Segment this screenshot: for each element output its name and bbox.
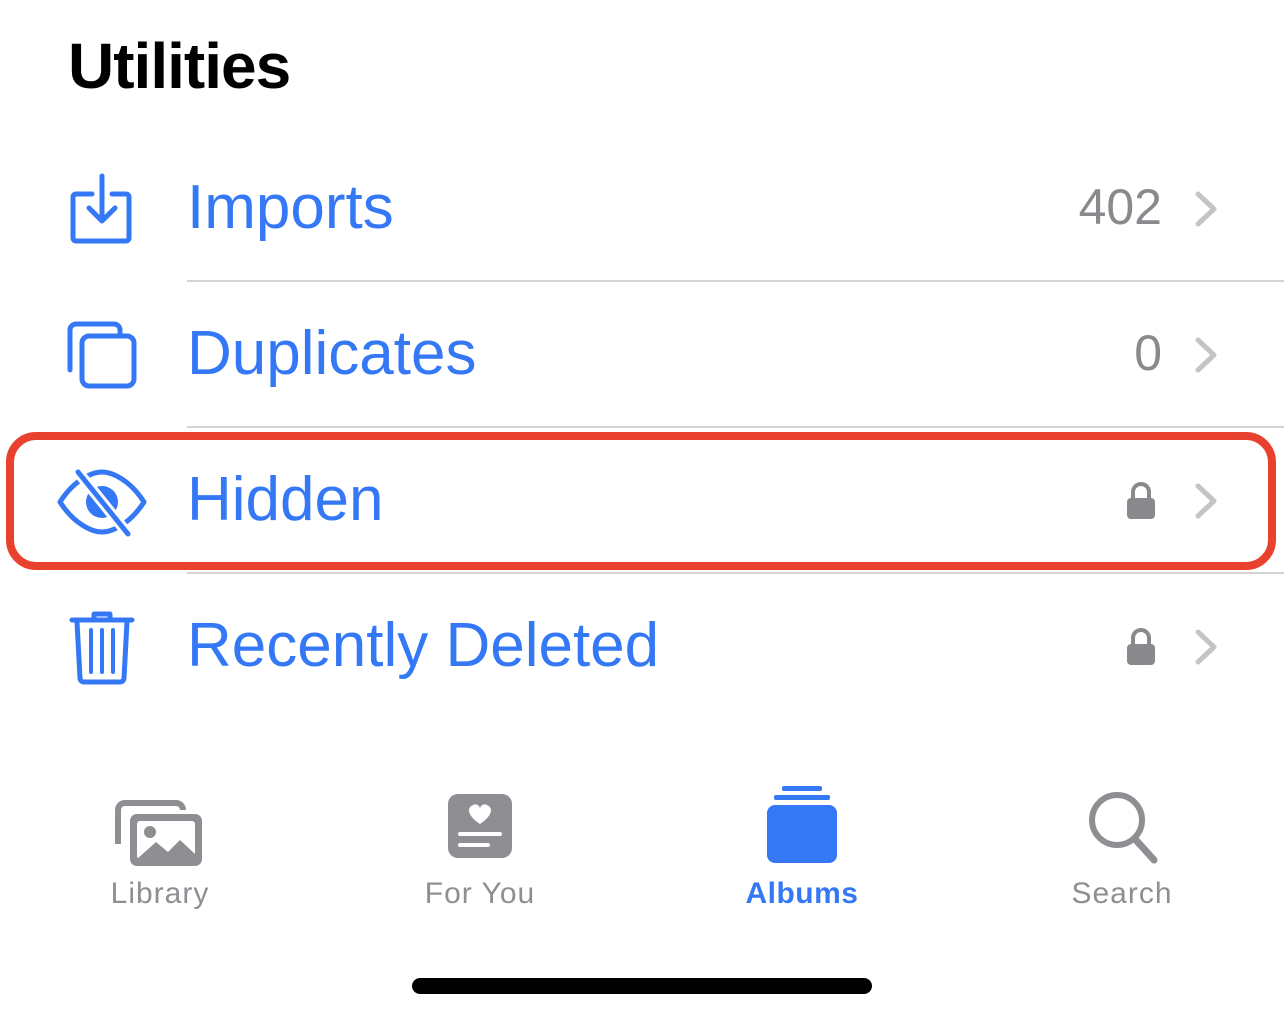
- tab-search[interactable]: Search: [962, 770, 1282, 920]
- heart-card-icon: [448, 794, 512, 858]
- chevron-right-icon: [1195, 191, 1217, 227]
- list-row-imports[interactable]: Imports 402: [0, 136, 1284, 282]
- lock-icon: [1127, 628, 1155, 665]
- tab-label: Albums: [745, 877, 859, 910]
- tab-bar: Library For You Albums Search: [0, 770, 1284, 930]
- list-row-duplicates[interactable]: Duplicates 0: [0, 282, 1284, 428]
- item-count: 0: [1134, 325, 1162, 381]
- list-row-label: Imports: [187, 173, 394, 242]
- list-row-label: Duplicates: [187, 319, 477, 388]
- eye-slash-icon: [57, 466, 147, 540]
- magnifying-glass-icon: [1089, 792, 1158, 864]
- tab-library[interactable]: Library: [0, 770, 320, 920]
- tab-label: Library: [110, 877, 210, 910]
- tab-albums[interactable]: Albums: [642, 770, 962, 920]
- duplicate-squares-icon: [67, 321, 137, 389]
- section-title: Utilities: [68, 30, 291, 102]
- chevron-right-icon: [1195, 483, 1217, 519]
- trash-icon: [69, 611, 135, 685]
- chevron-right-icon: [1195, 337, 1217, 373]
- list-row-hidden[interactable]: Hidden: [0, 428, 1284, 574]
- list-row-recently-deleted[interactable]: Recently Deleted: [0, 574, 1284, 720]
- tab-label: Search: [1071, 877, 1173, 910]
- tray-arrow-down-icon: [70, 173, 132, 244]
- home-indicator[interactable]: [412, 978, 872, 994]
- item-count: 402: [1078, 179, 1162, 235]
- list-row-label: Hidden: [187, 465, 384, 534]
- tab-for-you[interactable]: For You: [320, 770, 640, 920]
- albums-stack-icon: [767, 786, 837, 863]
- tab-label: For You: [424, 877, 536, 910]
- list-row-label: Recently Deleted: [187, 611, 660, 680]
- photos-stack-icon: [115, 800, 202, 866]
- chevron-right-icon: [1195, 629, 1217, 665]
- lock-icon: [1127, 482, 1155, 519]
